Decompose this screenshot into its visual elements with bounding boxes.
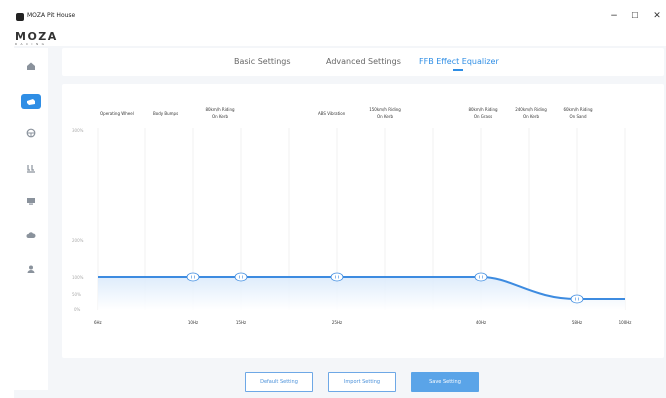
x-tick-58hz: 58Hz [572, 320, 582, 325]
home-icon [27, 62, 35, 70]
tab-advanced-settings[interactable]: Advanced Settings [326, 57, 401, 66]
y-tick-300: 300% [72, 128, 84, 133]
y-tick-50: 50% [72, 292, 81, 297]
band-handle-10hz[interactable] [186, 272, 200, 282]
x-tick-25hz: 25Hz [332, 320, 342, 325]
sidebar-item-home[interactable] [22, 59, 40, 73]
sidebar-item-steering-wheel[interactable] [22, 126, 40, 140]
save-setting-button[interactable]: Save Setting [411, 372, 479, 392]
import-setting-button[interactable]: Import Setting [328, 372, 396, 392]
wheelbase-icon [27, 98, 35, 105]
title-bar: MOZA Pit House − ☐ ✕ [0, 0, 666, 30]
x-tick-6hz: 6Hz [94, 320, 102, 325]
maximize-button[interactable]: ☐ [628, 10, 642, 22]
moza-logo: MOZA RACING [15, 31, 58, 46]
x-tick-40hz: 40Hz [476, 320, 486, 325]
label-kerb80-line2: On Kerb [212, 114, 228, 119]
cloud-icon [26, 232, 36, 238]
label-kerb240-line1: 240km/h Riding [515, 107, 547, 112]
label-kerb150-line2: On Kerb [377, 114, 393, 119]
window-title: MOZA Pit House [27, 12, 76, 19]
steering-wheel-icon [26, 128, 36, 138]
label-sand60-line2: On Sand [569, 114, 586, 119]
default-setting-button[interactable]: Default Setting [245, 372, 313, 392]
x-tick-15hz: 15Hz [236, 320, 246, 325]
pedals-icon [27, 165, 35, 173]
label-kerb240-line2: On Kerb [523, 114, 539, 119]
active-tab-indicator [453, 69, 463, 71]
sidebar-item-dashboard[interactable] [22, 194, 40, 208]
user-icon [27, 265, 35, 273]
label-body-bumps: Body Bumps [153, 111, 178, 116]
logo-main-text: MOZA [15, 30, 58, 43]
equalizer-chart: 300% 200% 100% 50% 0% Operating Wheel Bo… [72, 107, 632, 325]
label-operating-wheel: Operating Wheel [100, 111, 134, 116]
label-abs-vibration: ABS Vibration [318, 111, 346, 116]
sidebar-item-pedals[interactable] [22, 161, 40, 175]
sidebar [14, 48, 48, 390]
tab-ffb-effect-equalizer[interactable]: FFB Effect Equalizer [419, 57, 499, 66]
dashboard-icon [27, 198, 35, 205]
y-tick-0: 0% [74, 307, 81, 312]
label-grass80-line1: 80km/h Riding [468, 107, 498, 112]
label-sand60-line1: 60km/h Riding [563, 107, 593, 112]
label-grass80-line2: On Grass [474, 114, 492, 119]
close-button[interactable]: ✕ [650, 10, 664, 22]
label-kerb80-line1: 80km/h Riding [205, 107, 235, 112]
y-tick-200: 200% [72, 238, 84, 243]
tab-basic-settings[interactable]: Basic Settings [234, 57, 291, 66]
app-icon [16, 13, 24, 21]
band-handle-58hz[interactable] [570, 294, 584, 304]
sidebar-item-cloud[interactable] [22, 228, 40, 242]
band-handle-40hz[interactable] [474, 272, 488, 282]
sidebar-item-user[interactable] [22, 262, 40, 276]
label-kerb150-line1: 150km/h Riding [369, 107, 401, 112]
y-tick-100: 100% [72, 275, 84, 280]
sidebar-item-wheelbase[interactable] [21, 94, 41, 109]
settings-tabs: Basic Settings Advanced Settings FFB Eff… [62, 48, 664, 76]
band-handle-15hz[interactable] [234, 272, 248, 282]
equalizer-panel: 300% 200% 100% 50% 0% Operating Wheel Bo… [62, 84, 664, 358]
band-handle-25hz[interactable] [330, 272, 344, 282]
x-tick-10hz: 10Hz [188, 320, 198, 325]
curve-fill [98, 277, 625, 310]
minimize-button[interactable]: − [607, 10, 621, 22]
x-tick-100hz: 100Hz [619, 320, 632, 325]
